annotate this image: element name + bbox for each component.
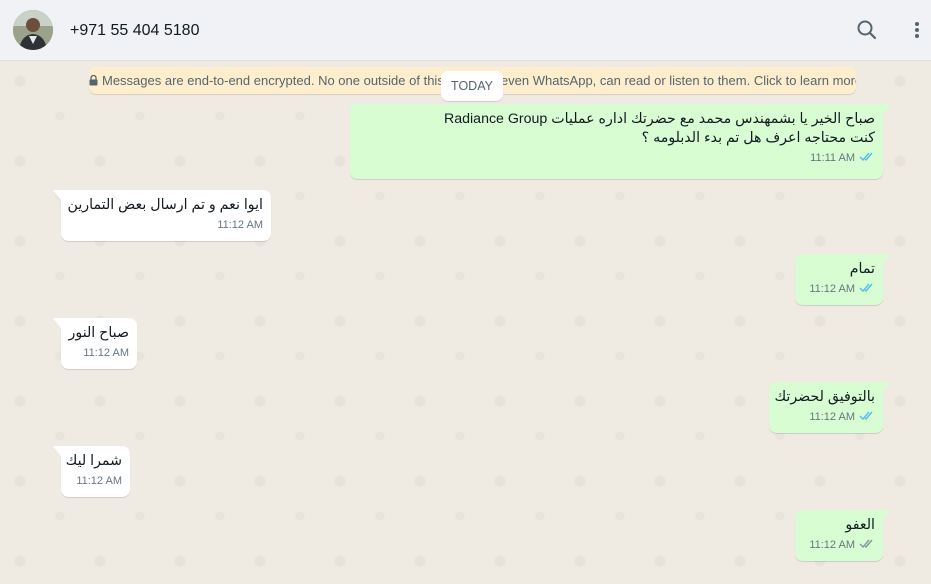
message-bubble-outgoing[interactable]: العفو 11:12 AM	[795, 510, 891, 561]
message-text-line: صباح النور	[68, 325, 129, 341]
message-meta: 11:12 AM	[70, 217, 263, 232]
message-list[interactable]: Messages are end-to-end encrypted. No on…	[0, 61, 931, 584]
message-meta: 11:12 AM	[804, 537, 875, 552]
read-ticks-icon	[859, 282, 875, 296]
message-meta: 11:12 AM	[70, 345, 129, 360]
message-text-line: صباح الخير يا بشمهندس محمد مع حضرتك ادار…	[444, 111, 875, 127]
search-icon[interactable]	[855, 18, 879, 42]
message-bubble-outgoing[interactable]: تمام 11:12 AM	[795, 254, 891, 305]
message-meta: 11:12 AM	[804, 281, 875, 296]
message-text-line: كنت محتاجه اعرف هل تم بدء الدبلومه ؟	[641, 130, 875, 146]
message-time: 11:12 AM	[809, 410, 855, 423]
message-bubble-outgoing[interactable]: بالتوفيق لحضرتك 11:12 AM	[769, 382, 891, 433]
message-bubble-incoming[interactable]: شمرا ليك 11:12 AM	[53, 446, 130, 497]
message-bubble-outgoing[interactable]: صباح الخير يا بشمهندس محمد مع حضرتك ادار…	[350, 104, 891, 179]
more-vertical-icon[interactable]	[905, 18, 929, 42]
message-text-line: ايوا نعم و تم ارسال بعض التمارين	[67, 197, 263, 213]
message-meta: 11:12 AM	[70, 473, 122, 488]
lock-icon	[89, 68, 98, 94]
message-meta: 11:12 AM	[778, 409, 875, 424]
message-meta: 11:11 AM	[359, 150, 875, 165]
message-text-line: شمرا ليك	[65, 453, 122, 469]
message-time: 11:12 AM	[217, 218, 263, 231]
chat-header: +971 55 404 5180	[0, 0, 931, 61]
read-ticks-icon	[859, 410, 875, 424]
message-text-line: بالتوفيق لحضرتك	[774, 389, 875, 405]
message-time: 11:11 AM	[810, 151, 855, 164]
date-divider: TODAY	[441, 71, 503, 101]
message-time: 11:12 AM	[76, 474, 122, 487]
message-bubble-incoming[interactable]: صباح النور 11:12 AM	[53, 318, 137, 369]
contact-avatar[interactable]	[13, 10, 53, 50]
message-time: 11:12 AM	[809, 538, 855, 551]
read-ticks-icon	[859, 151, 875, 165]
message-bubble-incoming[interactable]: ايوا نعم و تم ارسال بعض التمارين 11:12 A…	[53, 190, 271, 241]
message-text-line: العفو	[845, 517, 875, 533]
message-text-line: تمام	[849, 261, 875, 277]
delivered-ticks-icon	[859, 538, 875, 552]
contact-name[interactable]: +971 55 404 5180	[70, 22, 199, 40]
message-time: 11:12 AM	[809, 282, 855, 295]
message-time: 11:12 AM	[83, 346, 129, 359]
